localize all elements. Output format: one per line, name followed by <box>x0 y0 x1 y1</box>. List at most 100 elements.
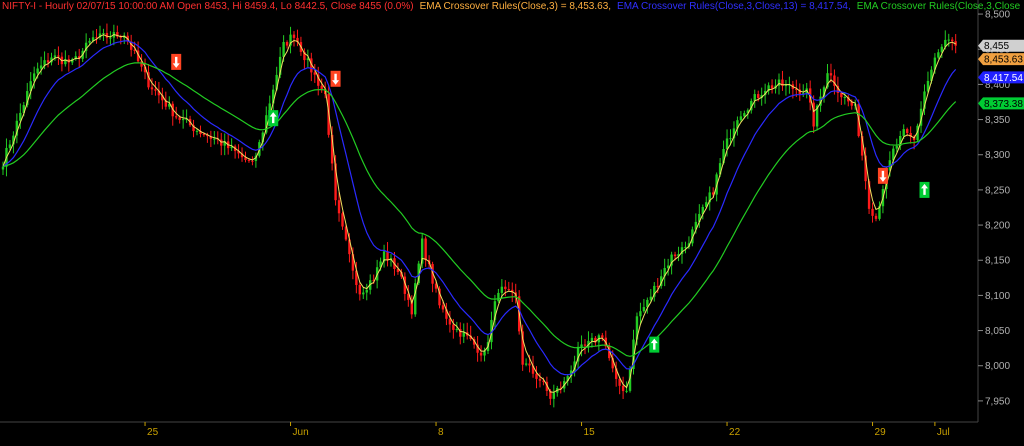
bar-body <box>743 113 746 117</box>
bar-body <box>154 89 157 91</box>
bar-body <box>102 33 105 35</box>
bar-body <box>871 208 874 216</box>
header-ema3close-text: EMA Crossover Rules(Close,3,Close <box>856 1 1021 12</box>
price-label-text: 8,417.54 <box>984 73 1023 84</box>
y-tick-label: 7,950 <box>985 396 1010 407</box>
bar-body <box>320 85 323 90</box>
bar-body <box>507 289 510 291</box>
header-price-text: NIFTY-I - Hourly 02/07/15 10:00:00 AM Op… <box>2 1 414 12</box>
price-labels: 8,455 8,453.63 8,417.54 8,373.38 <box>978 39 1024 110</box>
bar-body <box>36 68 39 74</box>
bar-body <box>358 284 362 295</box>
bar-body <box>178 117 181 120</box>
bar-body <box>285 41 289 46</box>
sell-signal-icon <box>330 70 341 87</box>
price-label-text: 8,455 <box>984 41 1009 52</box>
bar-body <box>8 144 12 148</box>
bar-body <box>656 285 659 287</box>
bar-body <box>684 246 687 248</box>
y-tick-label: 8,050 <box>985 326 1010 337</box>
y-tick-label: 8,150 <box>985 256 1010 267</box>
bar-body <box>195 131 199 133</box>
bar-body <box>843 97 847 99</box>
bar-body <box>337 200 341 214</box>
x-tick-label: 25 <box>147 427 159 438</box>
price-label-tag: 8,417.54 <box>978 71 1024 84</box>
bar-body <box>947 39 950 41</box>
bar-body <box>497 292 500 302</box>
bar-body <box>739 116 743 121</box>
bar-body <box>292 34 296 38</box>
x-tick-label: 8 <box>438 427 444 438</box>
bar-body <box>39 65 43 69</box>
bar-body <box>725 138 729 150</box>
bar-body <box>202 134 206 136</box>
bar-body <box>504 286 507 290</box>
bar-body <box>462 332 465 337</box>
bar-body <box>150 87 154 90</box>
bar-body <box>362 292 365 295</box>
bar-body <box>770 85 774 89</box>
bar-body <box>247 159 251 161</box>
price-label-tag: 8,453.63 <box>978 53 1024 66</box>
bar-body <box>181 119 185 121</box>
bar-body <box>524 363 528 365</box>
price-label-tag: 8,373.38 <box>978 97 1024 110</box>
bar-body <box>528 363 531 366</box>
bar-body <box>590 337 594 341</box>
bar-body <box>251 160 254 162</box>
bar-body <box>642 307 646 312</box>
bar-body <box>479 352 483 356</box>
bar-body <box>88 40 91 43</box>
price-label-text: 8,453.63 <box>984 55 1023 66</box>
y-tick-label: 8,100 <box>985 291 1010 302</box>
sell-signal-icon <box>171 53 182 70</box>
bar-body <box>1 166 5 170</box>
bar-body <box>895 145 898 149</box>
bar-body <box>452 324 455 330</box>
bar-body <box>583 344 587 346</box>
x-tick-label: 29 <box>875 427 887 438</box>
sell-signal-icon <box>877 167 888 184</box>
bar-body <box>757 94 760 98</box>
bar-body <box>753 94 756 101</box>
bar-body <box>937 52 940 58</box>
bar-body <box>365 289 368 293</box>
bar-body <box>455 329 459 331</box>
bar-body <box>46 60 50 63</box>
y-tick-label: 8,000 <box>985 361 1010 372</box>
price-chart[interactable]: 7,950 8,000 8,050 8,100 8,150 8,200 8,250 8,300… <box>0 0 1024 446</box>
bar-body <box>175 116 178 118</box>
buy-signal-icon <box>268 110 279 127</box>
y-tick-label: 8,200 <box>985 221 1010 232</box>
bar-body <box>874 215 878 219</box>
header-ema13-text: EMA Crossover Rules(Close,3,Close,13) = … <box>617 1 851 12</box>
bar-body <box>535 373 538 379</box>
bar-body <box>601 335 604 338</box>
x-tick-label: 15 <box>584 427 596 438</box>
y-tick-label: 8,300 <box>985 150 1010 161</box>
bar-body <box>951 39 954 42</box>
header-ema3-text: EMA Crossover Rules(Close,3) = 8,453.63, <box>419 1 612 12</box>
bar-body <box>639 311 642 317</box>
x-tick-label: 22 <box>729 427 741 438</box>
x-tick-label: Jul <box>937 427 950 438</box>
bar-body <box>829 73 833 76</box>
price-label-tag: 8,455 <box>978 39 1024 52</box>
bar-body <box>905 129 909 134</box>
bar-body <box>386 251 389 261</box>
bar-body <box>53 55 57 58</box>
bar-body <box>109 37 112 39</box>
bar-body <box>621 385 625 392</box>
bar-body <box>625 390 628 392</box>
bar-body <box>673 254 677 257</box>
price-label-text: 8,373.38 <box>984 99 1023 110</box>
buy-signal-icon <box>649 336 660 353</box>
y-tick-label: 8,250 <box>985 185 1010 196</box>
bar-body <box>424 238 427 261</box>
bar-body <box>580 344 583 347</box>
bar-body <box>282 41 285 57</box>
bar-body <box>313 72 316 75</box>
bar-body <box>441 305 445 310</box>
bar-body <box>902 129 905 136</box>
